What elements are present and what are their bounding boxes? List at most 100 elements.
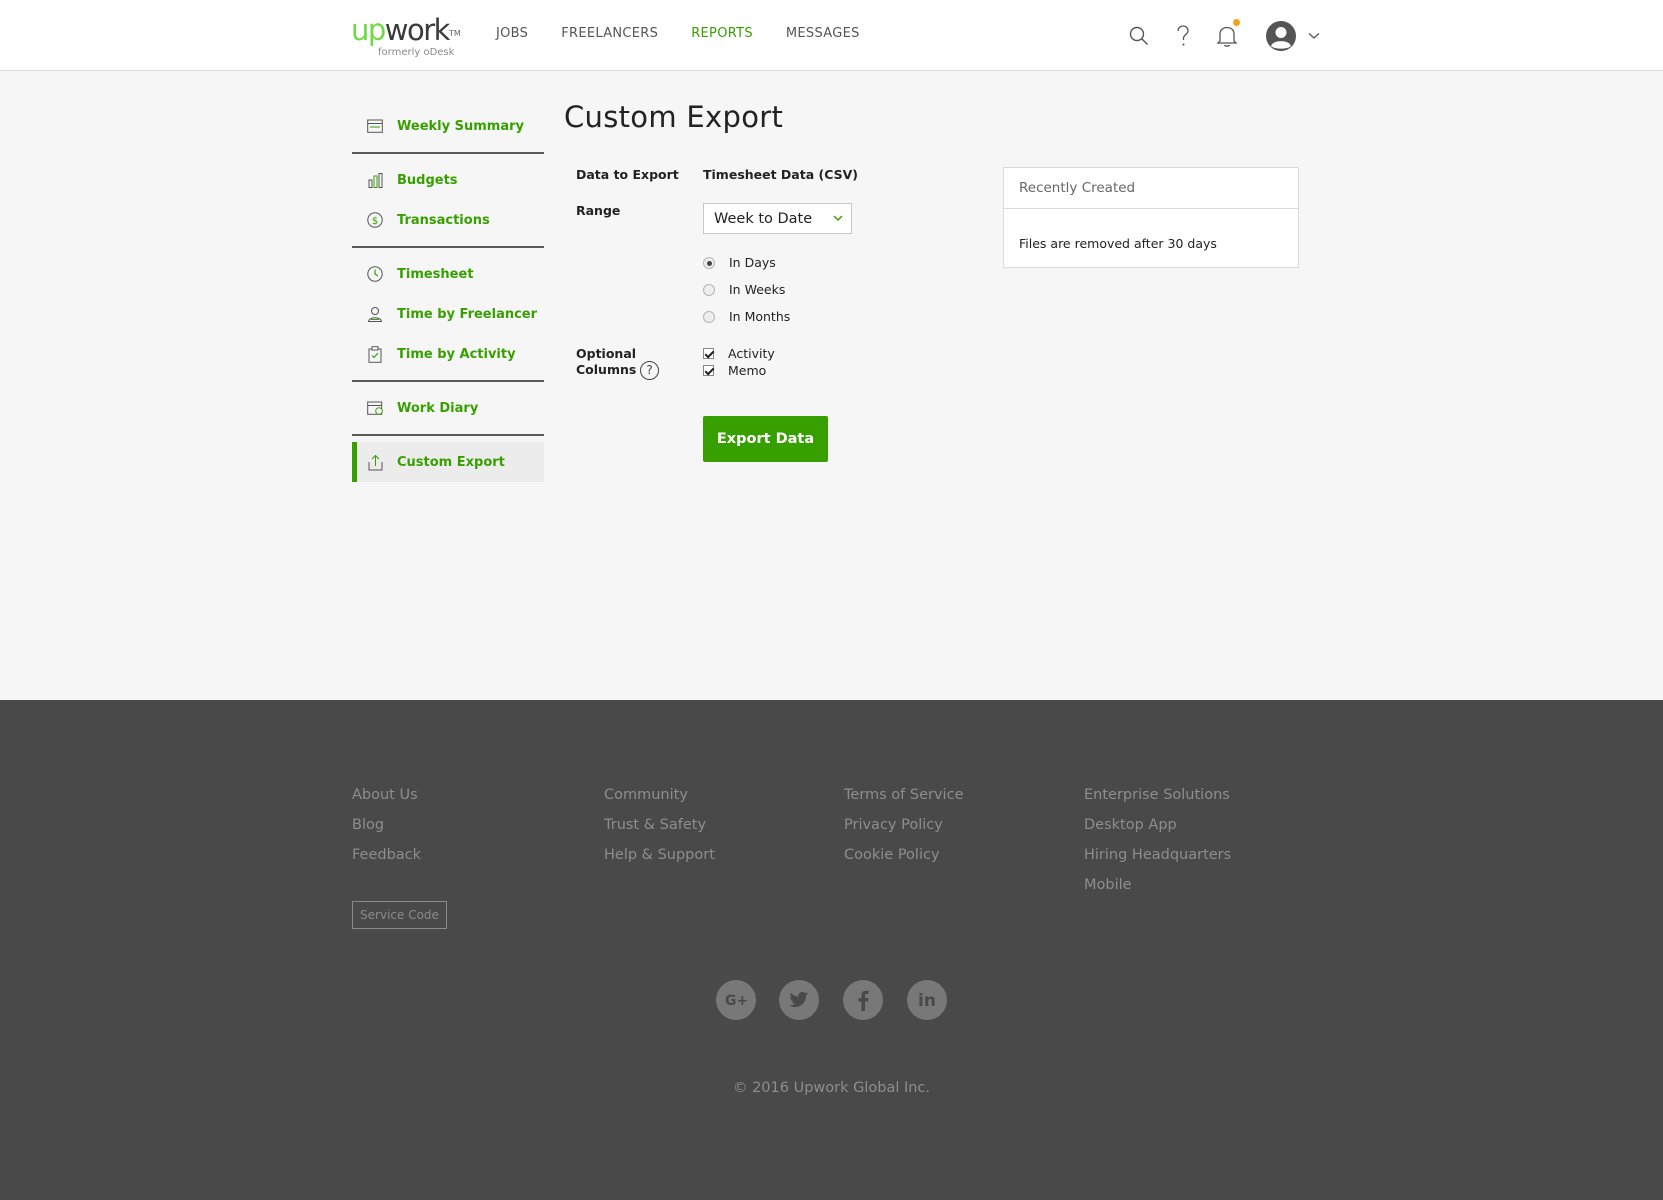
linkedin-icon[interactable]: in <box>907 980 947 1020</box>
range-option-months[interactable]: In Months <box>703 309 790 324</box>
notification-dot <box>1233 19 1240 26</box>
checkbox-activity[interactable] <box>703 348 714 359</box>
sidebar-item-custom-export[interactable]: Custom Export <box>352 442 544 482</box>
radio-in-months[interactable] <box>703 310 715 323</box>
range-option-days[interactable]: In Days <box>703 255 776 270</box>
sidebar-item-label: Custom Export <box>397 454 505 470</box>
twitter-icon[interactable] <box>779 980 819 1020</box>
radio-label: In Weeks <box>729 282 786 297</box>
footer-link-privacy[interactable]: Privacy Policy <box>844 816 963 846</box>
sidebar-item-label: Time by Activity <box>397 346 516 362</box>
service-code-button[interactable]: Service Code <box>352 901 447 929</box>
footer-link-feedback[interactable]: Feedback <box>352 846 421 876</box>
footer-column-2: Community Trust & Safety Help & Support <box>604 786 715 876</box>
recently-created-note: Files are removed after 30 days <box>1019 236 1217 251</box>
footer-link-trust-safety[interactable]: Trust & Safety <box>604 816 715 846</box>
footer-link-community[interactable]: Community <box>604 786 715 816</box>
upload-icon <box>366 453 384 471</box>
header-icons <box>1126 19 1326 55</box>
footer-link-blog[interactable]: Blog <box>352 816 421 846</box>
footer-column-4: Enterprise Solutions Desktop App Hiring … <box>1084 786 1231 906</box>
chevron-down-icon <box>832 210 844 230</box>
optional-columns-label-2: Columns <box>576 362 637 377</box>
checkbox-memo[interactable] <box>703 365 714 376</box>
svg-text:G+: G+ <box>725 993 747 1008</box>
sidebar-group: Weekly Summary <box>352 100 544 154</box>
upwork-logo[interactable]: upworkTM formerly oDesk <box>351 13 461 58</box>
copyright: © 2016 Upwork Global Inc. <box>732 1080 931 1096</box>
sidebar-item-work-diary[interactable]: Work Diary <box>352 388 544 428</box>
footer-link-about-us[interactable]: About Us <box>352 786 421 816</box>
google-plus-icon[interactable]: G+ <box>716 980 756 1020</box>
recently-created-title: Recently Created <box>1004 168 1298 209</box>
footer-column-3: Terms of Service Privacy Policy Cookie P… <box>844 786 963 876</box>
footer-link-hiring-hq[interactable]: Hiring Headquarters <box>1084 846 1231 876</box>
bell-icon[interactable] <box>1214 19 1240 53</box>
page-title: Custom Export <box>564 100 784 134</box>
nav-messages[interactable]: MESSAGES <box>786 26 860 41</box>
sidebar-item-label: Work Diary <box>397 400 479 416</box>
main-nav: JOBS FREELANCERS REPORTS MESSAGES <box>496 26 893 41</box>
nav-freelancers[interactable]: FREELANCERS <box>561 26 658 41</box>
sidebar-group: Budgets $ Transactions <box>352 154 544 248</box>
avatar-icon[interactable] <box>1265 19 1297 53</box>
footer: About Us Blog Feedback Community Trust &… <box>0 700 1663 1200</box>
range-select[interactable]: Week to Date <box>703 203 852 234</box>
dollar-circle-icon: $ <box>366 211 384 229</box>
nav-reports[interactable]: REPORTS <box>691 26 753 41</box>
help-icon[interactable]: ? <box>640 361 659 380</box>
sidebar-item-label: Time by Freelancer <box>397 306 538 322</box>
facebook-icon[interactable] <box>843 980 883 1020</box>
reports-sidebar: Weekly Summary Budgets $ Transactions Ti… <box>352 100 544 488</box>
sidebar-item-time-by-freelancer[interactable]: Time by Freelancer <box>352 294 544 334</box>
data-to-export-value: Timesheet Data (CSV) <box>703 167 859 182</box>
radio-in-days[interactable] <box>703 256 715 269</box>
optional-columns-label-1: Optional <box>576 346 637 361</box>
range-select-value: Week to Date <box>714 210 813 227</box>
recently-created-panel: Recently Created Files are removed after… <box>1003 167 1299 268</box>
footer-link-mobile[interactable]: Mobile <box>1084 876 1231 906</box>
optional-column-memo[interactable]: Memo <box>703 363 766 378</box>
sidebar-item-weekly-summary[interactable]: Weekly Summary <box>352 106 544 146</box>
range-option-weeks[interactable]: In Weeks <box>703 282 785 297</box>
footer-link-help-support[interactable]: Help & Support <box>604 846 715 876</box>
search-icon[interactable] <box>1126 19 1152 53</box>
data-to-export-label: Data to Export <box>576 167 679 182</box>
calendar-icon <box>366 117 384 135</box>
sidebar-item-time-by-activity[interactable]: Time by Activity <box>352 334 544 374</box>
help-icon[interactable] <box>1170 19 1196 53</box>
range-label: Range <box>576 203 621 218</box>
sidebar-group: Work Diary <box>352 382 544 436</box>
radio-label: In Months <box>729 309 791 324</box>
footer-link-terms[interactable]: Terms of Service <box>844 786 963 816</box>
sidebar-group: Timesheet Time by Freelancer Time by Act… <box>352 248 544 382</box>
clipboard-icon <box>366 345 384 363</box>
checkbox-label: Activity <box>728 346 775 361</box>
sidebar-item-label: Budgets <box>397 172 458 188</box>
svg-text:in: in <box>918 991 936 1010</box>
radio-label: In Days <box>729 255 776 270</box>
bar-chart-icon <box>366 171 384 189</box>
optional-column-activity[interactable]: Activity <box>703 346 775 361</box>
logo-subtitle: formerly oDesk <box>378 47 455 58</box>
chevron-down-icon[interactable] <box>1306 19 1322 53</box>
logo-work-text: work <box>384 13 451 47</box>
logo-trademark: TM <box>448 29 461 38</box>
sidebar-group: Custom Export <box>352 436 544 488</box>
radio-in-weeks[interactable] <box>703 283 715 296</box>
footer-link-enterprise[interactable]: Enterprise Solutions <box>1084 786 1231 816</box>
clock-icon <box>366 265 384 283</box>
sidebar-item-budgets[interactable]: Budgets <box>352 160 544 200</box>
footer-link-desktop-app[interactable]: Desktop App <box>1084 816 1231 846</box>
nav-jobs[interactable]: JOBS <box>496 26 528 41</box>
export-data-button[interactable]: Export Data <box>703 416 828 462</box>
diary-icon <box>366 399 384 417</box>
footer-link-cookie[interactable]: Cookie Policy <box>844 846 963 876</box>
top-header: upworkTM formerly oDesk JOBS FREELANCERS… <box>0 0 1663 71</box>
checkbox-label: Memo <box>728 363 767 378</box>
sidebar-item-transactions[interactable]: $ Transactions <box>352 200 544 240</box>
logo-up-text: up <box>351 13 386 47</box>
sidebar-item-label: Timesheet <box>397 266 474 282</box>
sidebar-item-timesheet[interactable]: Timesheet <box>352 254 544 294</box>
person-icon <box>366 305 384 323</box>
